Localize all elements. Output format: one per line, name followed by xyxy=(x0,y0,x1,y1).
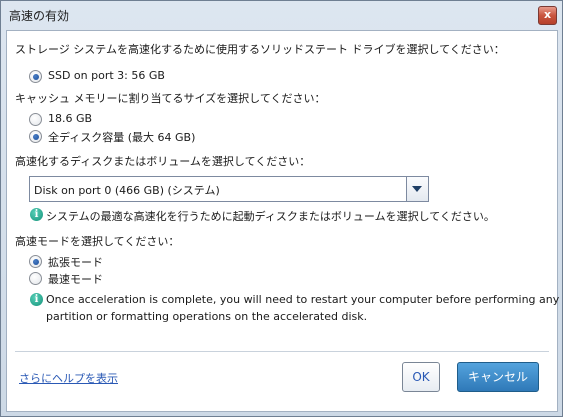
volume-select-value: Disk on port 0 (466 GB) (システム) xyxy=(34,184,220,197)
mode-option-fastest-label: 最速モード xyxy=(48,273,103,286)
close-button[interactable]: x xyxy=(538,6,557,25)
mode-option-extended-label: 拡張モード xyxy=(48,256,103,269)
info-icon: i xyxy=(30,208,43,221)
chevron-down-icon[interactable] xyxy=(406,177,428,201)
footer-divider xyxy=(15,351,549,352)
cache-option-18gb-radio[interactable] xyxy=(29,113,42,126)
info-icon: i xyxy=(30,293,43,306)
volume-info-text: システムの最適な高速化を行うために起動ディスクまたはボリュームを選択してください… xyxy=(46,210,495,223)
dialog-window: 高速の有効 x ストレージ システムを高速化するために使用するソリッドステート … xyxy=(0,0,563,417)
cache-option-18gb-label: 18.6 GB xyxy=(48,112,93,125)
volume-section-heading: 高速化するディスクまたはボリュームを選択してください： xyxy=(15,155,311,168)
mode-info-line2: partition or formatting operations on th… xyxy=(46,310,368,323)
drive-option-ssd-label: SSD on port 3: 56 GB xyxy=(48,69,165,82)
more-help-link[interactable]: さらにヘルプを表示 xyxy=(19,370,118,386)
mode-option-extended-radio[interactable] xyxy=(29,255,42,268)
window-title: 高速の有効 xyxy=(9,9,70,23)
volume-select[interactable]: Disk on port 0 (466 GB) (システム) xyxy=(29,176,429,202)
drive-section-heading: ストレージ システムを高速化するために使用するソリッドステート ドライブを選択し… xyxy=(15,43,505,56)
cache-section-heading: キャッシュ メモリーに割り当てるサイズを選択してください： xyxy=(15,92,326,105)
dialog-body: ストレージ システムを高速化するために使用するソリッドステート ドライブを選択し… xyxy=(6,30,560,412)
ok-button[interactable]: OK xyxy=(402,362,440,392)
cancel-button[interactable]: キャンセル xyxy=(457,362,539,392)
close-icon: x xyxy=(543,8,552,21)
title-bar[interactable]: 高速の有効 x xyxy=(1,1,562,29)
mode-info-line1: Once acceleration is complete, you will … xyxy=(46,293,560,306)
mode-option-fastest-radio[interactable] xyxy=(29,272,42,285)
cache-option-full-label: 全ディスク容量 (最大 64 GB) xyxy=(48,131,196,144)
cache-option-full-radio[interactable] xyxy=(29,130,42,143)
mode-section-heading: 高速モードを選択してください： xyxy=(15,235,180,248)
drive-option-ssd-radio[interactable] xyxy=(29,70,42,83)
